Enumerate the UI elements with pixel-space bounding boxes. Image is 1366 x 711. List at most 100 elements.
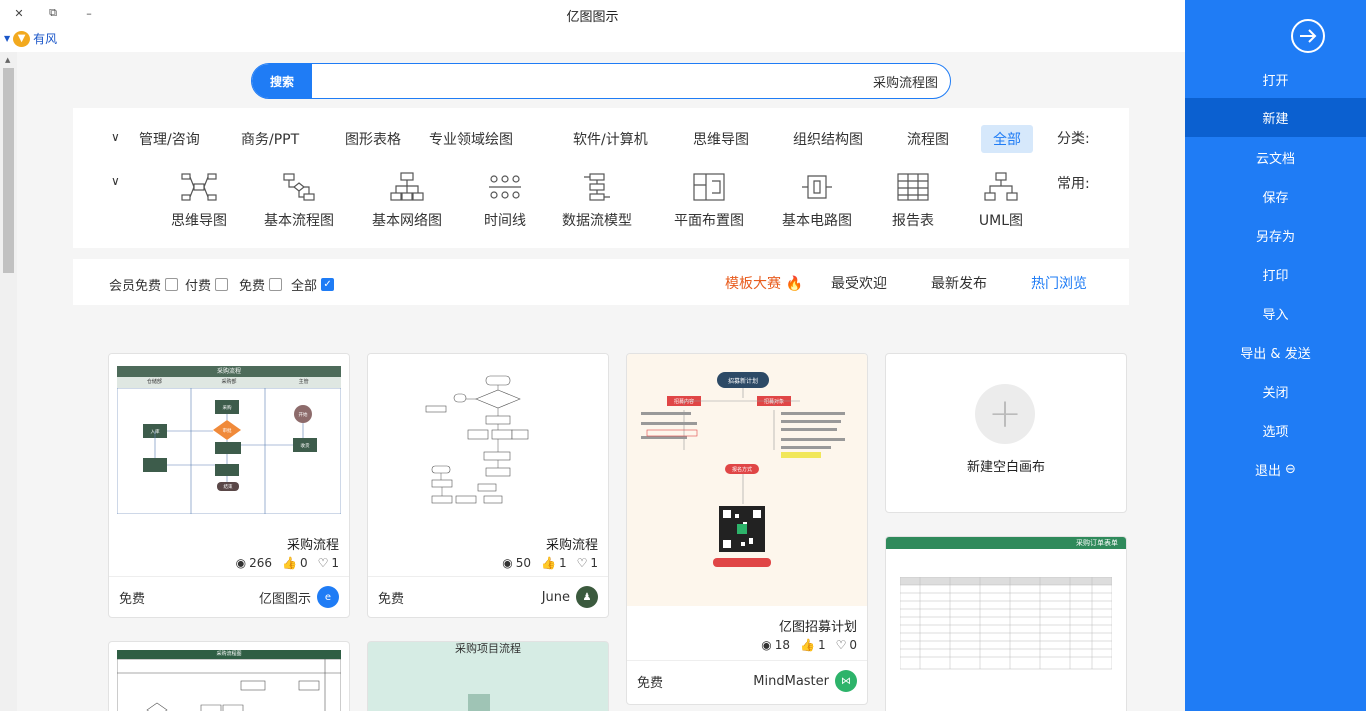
chevron-down-icon[interactable]: ∨ bbox=[111, 130, 120, 144]
common-uml[interactable]: UML图 bbox=[959, 171, 1043, 230]
filter-check-member-free[interactable]: 会员免费 bbox=[109, 275, 179, 294]
category-graphic-table[interactable]: 图形表格 bbox=[333, 125, 413, 153]
views-stat: ◉ 18 bbox=[761, 638, 790, 652]
favorites-stat[interactable]: ♡ 1 bbox=[318, 556, 339, 570]
title-bar: ✕ ⧉ – 亿图图示 bbox=[0, 0, 1185, 28]
user-account[interactable]: ▼ ▼ 有风 bbox=[4, 30, 57, 47]
scrollbar[interactable]: ▲ bbox=[0, 52, 17, 711]
template-card-recruit[interactable]: 招募新计划 招募对象 招募内容 报名方式 亿图招募计划 ◉ 18 👍 1 ♡ 0… bbox=[626, 353, 868, 705]
heart-icon: ♡ bbox=[576, 556, 588, 570]
vip-medal-icon: ▼ bbox=[13, 30, 31, 47]
floor-plan-icon bbox=[693, 173, 725, 201]
template-card[interactable]: 采购项目流程 bbox=[367, 641, 609, 711]
new-blank-canvas-card[interactable]: + 新建空白画布 bbox=[885, 353, 1127, 513]
category-mindmap[interactable]: 思维导图 bbox=[681, 125, 761, 153]
heart-icon: ♡ bbox=[317, 556, 329, 570]
sidebar-item-export-send[interactable]: 导出 & 发送 bbox=[1185, 333, 1366, 372]
likes-stat[interactable]: 👍 1 bbox=[800, 638, 826, 652]
common-floor-plan[interactable]: 平面布置图 bbox=[667, 171, 751, 230]
common-data-flow[interactable]: 数据流模型 bbox=[555, 171, 639, 230]
checkbox-icon[interactable] bbox=[215, 278, 229, 291]
thumbs-up-icon: 👍 bbox=[800, 638, 815, 652]
template-thumbnail bbox=[368, 354, 608, 524]
eye-icon: ◉ bbox=[235, 556, 247, 570]
category-software[interactable]: 软件/计算机 bbox=[561, 125, 660, 153]
author-info[interactable]: June ♟ bbox=[542, 586, 598, 608]
template-card-purchase-june[interactable]: 采购流程 ◉ 50 👍 1 ♡ 1 免费 June ♟ bbox=[367, 353, 609, 618]
template-thumbnail: 采购流程 仓储部 采购部 主管 采购 开始 收货 审批 入库 结束 bbox=[109, 354, 349, 524]
category-professional[interactable]: 专业领域绘图 bbox=[417, 125, 525, 153]
filter-check-free[interactable]: 免费 bbox=[239, 275, 283, 294]
category-flowchart[interactable]: 流程图 bbox=[895, 125, 961, 153]
sidebar-item-open[interactable]: 打开 bbox=[1185, 60, 1366, 99]
category-business-ppt[interactable]: 商务/PPT bbox=[229, 125, 311, 153]
search-button[interactable]: 搜索 bbox=[252, 64, 312, 98]
tab-template-contest[interactable]: 模板大赛 🔥 bbox=[725, 273, 803, 293]
tab-latest[interactable]: 最新发布 bbox=[931, 273, 987, 293]
plus-icon: + bbox=[975, 384, 1035, 444]
template-card[interactable]: 采购流程图 bbox=[108, 641, 350, 711]
sidebar-item-save[interactable]: 保存 bbox=[1185, 177, 1366, 216]
views-count: 266 bbox=[249, 556, 272, 570]
tab-hot-browse[interactable]: 热门浏览 bbox=[1031, 273, 1087, 293]
sidebar-item-save-as[interactable]: 另存为 bbox=[1185, 216, 1366, 255]
template-stats: ◉ 266 👍 0 ♡ 1 bbox=[236, 556, 339, 570]
author-info[interactable]: MindMaster ⋈ bbox=[753, 670, 857, 692]
common-network[interactable]: 基本网络图 bbox=[365, 171, 449, 230]
template-card-purchase-edraw[interactable]: 采购流程 仓储部 采购部 主管 采购 开始 收货 审批 入库 结束 采购流程 ◉… bbox=[108, 353, 350, 618]
check-all-label: 全部 bbox=[291, 279, 318, 294]
category-org-chart[interactable]: 组织结构图 bbox=[781, 125, 875, 153]
thumb-header: 采购流程 bbox=[117, 366, 341, 377]
dropdown-caret-icon[interactable]: ▼ bbox=[4, 34, 10, 43]
check-paid-label: 付费 bbox=[185, 279, 212, 294]
filter-check-all[interactable]: 全部 ✓ bbox=[291, 275, 335, 294]
sidebar-item-print[interactable]: 打印 bbox=[1185, 255, 1366, 294]
category-all[interactable]: 全部 bbox=[981, 125, 1033, 153]
author-info[interactable]: 亿图图示 e bbox=[259, 586, 339, 608]
flowchart-thumbnail bbox=[117, 659, 341, 711]
checkbox-checked-icon[interactable]: ✓ bbox=[321, 278, 335, 291]
sidebar-item-new[interactable]: 新建 bbox=[1185, 98, 1366, 137]
node-label: 采购 bbox=[223, 404, 232, 411]
tab-most-popular[interactable]: 最受欢迎 bbox=[831, 273, 887, 293]
arrow-right-circle-icon[interactable] bbox=[1290, 18, 1326, 54]
sidebar-item-cloud-docs[interactable]: 云文档 bbox=[1185, 138, 1366, 177]
common-report[interactable]: 报告表 bbox=[871, 171, 955, 230]
template-card[interactable]: 采购订单表单 bbox=[885, 536, 1127, 711]
sidebar-item-exit[interactable]: 退出 ⊖ bbox=[1185, 450, 1366, 489]
search-bar: 搜索 bbox=[251, 63, 951, 99]
common-mindmap[interactable]: 思维导图 bbox=[157, 171, 241, 230]
flame-icon: 🔥 bbox=[785, 276, 803, 292]
category-management[interactable]: 管理/咨询 bbox=[127, 125, 212, 153]
sidebar-item-import[interactable]: 导入 bbox=[1185, 294, 1366, 333]
filter-check-paid[interactable]: 付费 bbox=[185, 275, 229, 294]
favorites-stat[interactable]: ♡ 0 bbox=[836, 638, 857, 652]
category-panel: 分类: 全部 流程图 组织结构图 思维导图 软件/计算机 专业领域绘图 图形表格… bbox=[73, 108, 1129, 248]
chevron-down-icon[interactable]: ∨ bbox=[111, 174, 120, 188]
common-circuit[interactable]: 基本电路图 bbox=[775, 171, 859, 230]
likes-stat[interactable]: 👍 1 bbox=[541, 556, 567, 570]
sidebar-item-close[interactable]: 关闭 bbox=[1185, 372, 1366, 411]
price-label: 免费 bbox=[378, 591, 405, 607]
node-label: 开始 bbox=[299, 411, 308, 418]
common-basic-flowchart[interactable]: 基本流程图 bbox=[257, 171, 341, 230]
common-timeline[interactable]: 时间线 bbox=[463, 171, 547, 230]
favorites-stat[interactable]: ♡ 1 bbox=[577, 556, 598, 570]
recruit-thumbnail-lines bbox=[641, 388, 845, 567]
search-input[interactable] bbox=[314, 64, 938, 98]
node-label: 入库 bbox=[151, 428, 160, 435]
price-label: 免费 bbox=[119, 591, 146, 607]
template-title: 采购流程 bbox=[545, 538, 598, 553]
basic-flowchart-icon bbox=[283, 173, 315, 201]
flowchart-thumbnail bbox=[425, 375, 529, 504]
scroll-up-icon[interactable]: ▲ bbox=[5, 56, 10, 64]
check-free-label: 免费 bbox=[239, 279, 266, 294]
likes-stat[interactable]: 👍 0 bbox=[282, 556, 308, 570]
scrollbar-thumb[interactable] bbox=[3, 68, 14, 273]
checkbox-icon[interactable] bbox=[269, 278, 283, 291]
lane-label: 仓储部 bbox=[146, 379, 162, 385]
price-label: 免费 bbox=[637, 675, 664, 691]
sidebar-item-options[interactable]: 选项 bbox=[1185, 411, 1366, 450]
checkbox-icon[interactable] bbox=[165, 278, 179, 291]
node-label: 收货 bbox=[301, 442, 310, 449]
